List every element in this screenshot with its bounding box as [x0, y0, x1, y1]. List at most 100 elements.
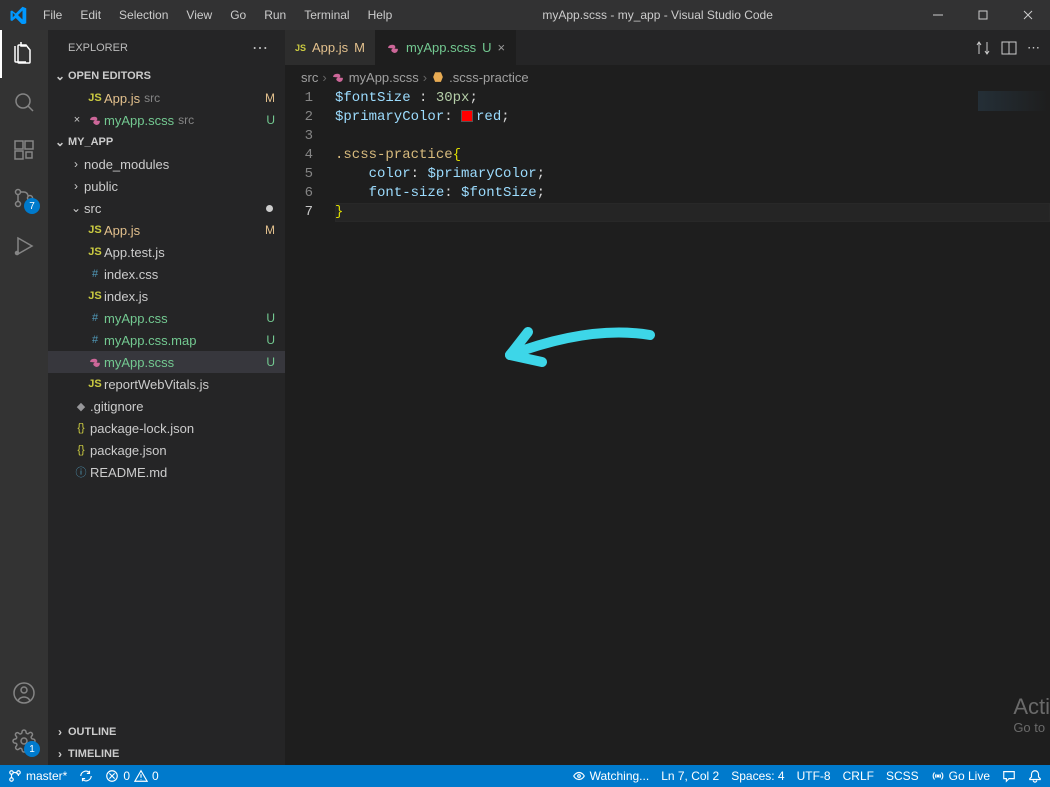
accounts-icon[interactable]	[0, 669, 48, 717]
project-header[interactable]: ⌄MY_APP	[48, 131, 285, 153]
close-icon: ×	[68, 114, 86, 126]
editor-tab[interactable]: JSApp.jsM	[285, 30, 376, 65]
timeline-header[interactable]: ›TIMELINE	[48, 743, 285, 765]
code-line[interactable]: font-size: $fontSize;	[335, 184, 1050, 203]
menu-file[interactable]: File	[35, 4, 70, 26]
file-item[interactable]: #myApp.css.mapU	[48, 329, 285, 351]
sass-file-icon	[386, 41, 400, 55]
symbol-icon	[431, 70, 445, 84]
minimize-button[interactable]	[915, 0, 960, 30]
menu-help[interactable]: Help	[360, 4, 401, 26]
code-line[interactable]: }	[335, 203, 1050, 222]
tab-controls: ⋯	[965, 30, 1050, 65]
split-editor-icon[interactable]	[1001, 40, 1017, 56]
open-editor-item[interactable]: JSApp.jssrcM	[48, 87, 285, 109]
status-branch[interactable]: master*	[8, 769, 67, 783]
explorer-icon[interactable]	[0, 30, 48, 78]
status-eol[interactable]: CRLF	[843, 769, 874, 783]
git-status: U	[266, 333, 275, 347]
settings-gear-icon[interactable]: 1	[0, 717, 48, 765]
status-watching[interactable]: Watching...	[572, 769, 650, 783]
code-editor[interactable]: 1234567 $fontSize : 30px;$primaryColor: …	[285, 89, 1050, 765]
folder-item[interactable]: ⌄src	[48, 197, 285, 219]
file-name: App.test.js	[104, 245, 165, 260]
maximize-button[interactable]	[960, 0, 1005, 30]
code-line[interactable]: .scss-practice{	[335, 146, 1050, 165]
status-lang[interactable]: SCSS	[886, 769, 919, 783]
menu-run[interactable]: Run	[256, 4, 294, 26]
folder-item[interactable]: ›node_modules	[48, 153, 285, 175]
breadcrumb[interactable]: src›myApp.scss›.scss-practice	[285, 65, 1050, 89]
breadcrumb-item[interactable]: myApp.scss	[349, 70, 419, 85]
file-item[interactable]: JSreportWebVitals.js	[48, 373, 285, 395]
sidebar-more-icon[interactable]: ⋯	[252, 38, 269, 58]
file-name: reportWebVitals.js	[104, 377, 209, 392]
file-name: App.js	[104, 91, 140, 106]
compare-changes-icon[interactable]	[975, 40, 991, 56]
activity-bar: 7 1	[0, 30, 48, 765]
file-item[interactable]: {}package.json	[48, 439, 285, 461]
folder-item[interactable]: ›public	[48, 175, 285, 197]
breadcrumb-item[interactable]: src	[301, 70, 318, 85]
file-name: myApp.scss	[104, 355, 174, 370]
run-debug-icon[interactable]	[0, 222, 48, 270]
status-feedback-icon[interactable]	[1002, 769, 1016, 783]
status-bell-icon[interactable]	[1028, 769, 1042, 783]
code-line[interactable]: $primaryColor: red;	[335, 108, 1050, 127]
file-item[interactable]: myApp.scssU	[48, 351, 285, 373]
editor-tab[interactable]: myApp.scssU×	[376, 30, 516, 65]
js-file-icon: JS	[86, 224, 104, 236]
file-item[interactable]: #index.css	[48, 263, 285, 285]
code-line[interactable]: color: $primaryColor;	[335, 165, 1050, 184]
window-title: myApp.scss - my_app - Visual Studio Code	[400, 8, 915, 22]
open-editor-item[interactable]: ×myApp.scsssrcU	[48, 109, 285, 131]
menu-selection[interactable]: Selection	[111, 4, 176, 26]
file-item[interactable]: JSApp.jsM	[48, 219, 285, 241]
extensions-icon[interactable]	[0, 126, 48, 174]
status-position[interactable]: Ln 7, Col 2	[661, 769, 719, 783]
js-file-icon: JS	[86, 92, 104, 104]
js-file-icon: JS	[295, 43, 306, 53]
menu-view[interactable]: View	[178, 4, 220, 26]
menubar: FileEditSelectionViewGoRunTerminalHelp	[35, 4, 400, 26]
chevron-icon: ›	[68, 157, 84, 171]
file-item[interactable]: JSindex.js	[48, 285, 285, 307]
git-status: M	[265, 223, 275, 237]
source-control-icon[interactable]: 7	[0, 174, 48, 222]
code-line[interactable]	[335, 127, 1050, 146]
search-icon[interactable]	[0, 78, 48, 126]
status-errors[interactable]: 0 0	[105, 769, 158, 783]
tab-close-icon[interactable]: ×	[497, 40, 505, 55]
settings-badge: 1	[24, 741, 40, 757]
status-encoding[interactable]: UTF-8	[797, 769, 831, 783]
file-item[interactable]: #myApp.cssU	[48, 307, 285, 329]
breadcrumb-item[interactable]: .scss-practice	[449, 70, 528, 85]
menu-go[interactable]: Go	[222, 4, 254, 26]
status-spaces[interactable]: Spaces: 4	[731, 769, 784, 783]
file-name: index.js	[104, 289, 148, 304]
menu-edit[interactable]: Edit	[72, 4, 109, 26]
vscode-logo-icon	[0, 6, 35, 24]
minimap[interactable]	[978, 91, 1048, 111]
close-button[interactable]	[1005, 0, 1050, 30]
css-file-icon: #	[86, 334, 104, 346]
git-file-icon: ◆	[72, 400, 90, 413]
editor-more-icon[interactable]: ⋯	[1027, 40, 1040, 56]
outline-header[interactable]: ›OUTLINE	[48, 721, 285, 743]
info-file-icon: ⓘ	[72, 464, 90, 480]
sass-file-icon	[86, 113, 104, 127]
status-sync[interactable]	[79, 769, 93, 783]
open-editors-header[interactable]: ⌄OPEN EDITORS	[48, 65, 285, 87]
file-name: .gitignore	[90, 399, 143, 414]
git-status: U	[266, 311, 275, 325]
chevron-icon: ⌄	[68, 201, 84, 215]
file-item[interactable]: ⓘREADME.md	[48, 461, 285, 483]
statusbar: master* 0 0 Watching... Ln 7, Col 2 Spac…	[0, 765, 1050, 787]
file-item[interactable]: ◆.gitignore	[48, 395, 285, 417]
file-item[interactable]: {}package-lock.json	[48, 417, 285, 439]
code-line[interactable]: $fontSize : 30px;	[335, 89, 1050, 108]
menu-terminal[interactable]: Terminal	[296, 4, 357, 26]
file-tree: ›node_modules›public⌄srcJSApp.jsMJSApp.t…	[48, 153, 285, 721]
status-golive[interactable]: Go Live	[931, 769, 990, 783]
file-item[interactable]: JSApp.test.js	[48, 241, 285, 263]
